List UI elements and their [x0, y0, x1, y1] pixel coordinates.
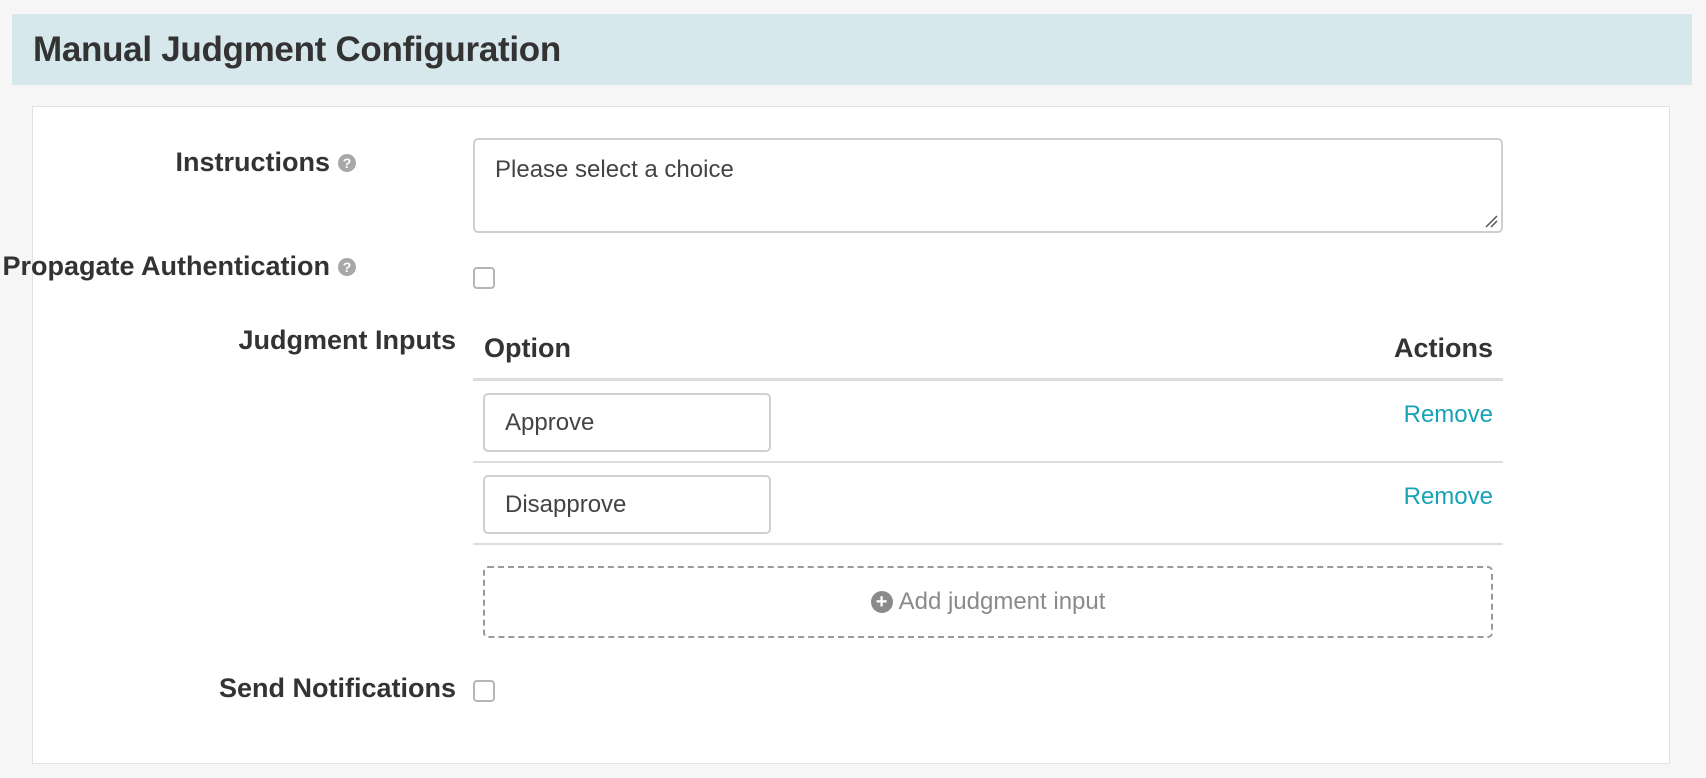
send-notifications-checkbox[interactable] [473, 680, 495, 702]
table-row: Approve Remove [473, 381, 1503, 463]
page: Manual Judgment Configuration Instructio… [0, 0, 1706, 778]
option-input[interactable]: Approve [483, 393, 771, 452]
question-circle-icon[interactable]: ? [338, 257, 356, 276]
section-title: Manual Judgment Configuration [33, 29, 561, 69]
instructions-textarea[interactable]: Please select a choice [473, 138, 1503, 233]
instructions-label-group: Instructions ? [175, 147, 356, 178]
table-row: Disapprove Remove [473, 463, 1503, 545]
remove-link[interactable]: Remove [1404, 401, 1493, 429]
column-header-actions: Actions [1393, 333, 1493, 363]
propagate-auth-checkbox[interactable] [473, 267, 495, 289]
judgment-inputs-label-text: Judgment Inputs [238, 325, 457, 355]
send-notifications-label: Send Notifications [219, 673, 456, 704]
option-value: Disapprove [505, 490, 627, 518]
judgment-inputs-label: Judgment Inputs [239, 325, 457, 356]
instructions-value: Please select a choice [495, 156, 734, 183]
judgment-table-header: Option Actions [473, 329, 1503, 381]
send-notifications-label-text: Send Notifications [218, 673, 456, 703]
propagate-auth-label: Propagate Authentication [2, 251, 330, 281]
section-header: Manual Judgment Configuration [12, 14, 1692, 85]
add-judgment-input-label: Add judgment input [898, 588, 1106, 615]
resize-grip-icon[interactable] [1484, 214, 1498, 228]
option-value: Approve [505, 408, 595, 436]
question-circle-icon[interactable]: ? [338, 153, 356, 172]
remove-link[interactable]: Remove [1404, 483, 1493, 511]
propagate-auth-label-group: Propagate Authentication ? [2, 251, 356, 282]
add-judgment-input-button[interactable]: + Add judgment input [483, 566, 1493, 638]
option-input[interactable]: Disapprove [483, 475, 771, 534]
config-panel: Instructions ? Please select a choice Pr… [2, 106, 1670, 764]
plus-circle-icon: + [870, 591, 893, 613]
column-header-option: Option [484, 333, 571, 363]
instructions-label: Instructions [175, 147, 330, 177]
